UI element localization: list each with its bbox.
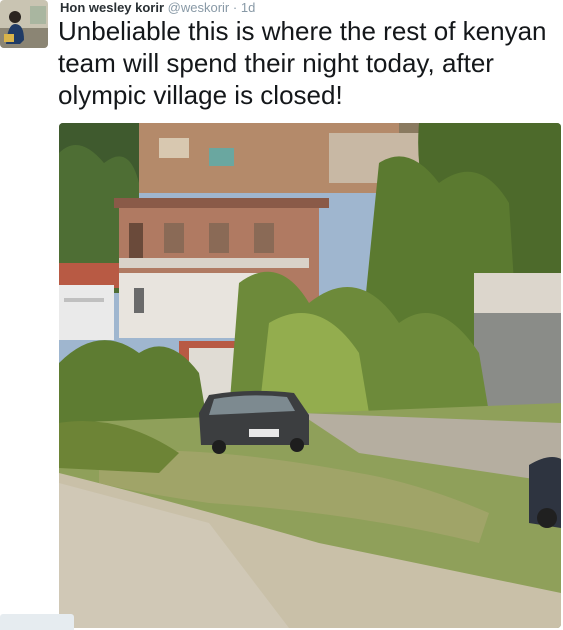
tweet-photo[interactable] (59, 123, 561, 628)
author-name[interactable]: Hon wesley korir (60, 0, 164, 15)
tweet-text: Unbeliable this is where the rest of ken… (58, 16, 547, 110)
scroll-tab[interactable] (0, 614, 74, 630)
car-illustration (199, 390, 309, 454)
tweet-header: Hon wesley korir @weskorir · 1d (60, 0, 255, 15)
meta-separator: · (232, 0, 238, 15)
avatar-image (0, 0, 48, 48)
photo-illustration (59, 123, 561, 628)
author-handle[interactable]: @weskorir (168, 0, 230, 15)
tweet-timestamp[interactable]: 1d (241, 0, 255, 15)
avatar[interactable] (0, 0, 48, 48)
